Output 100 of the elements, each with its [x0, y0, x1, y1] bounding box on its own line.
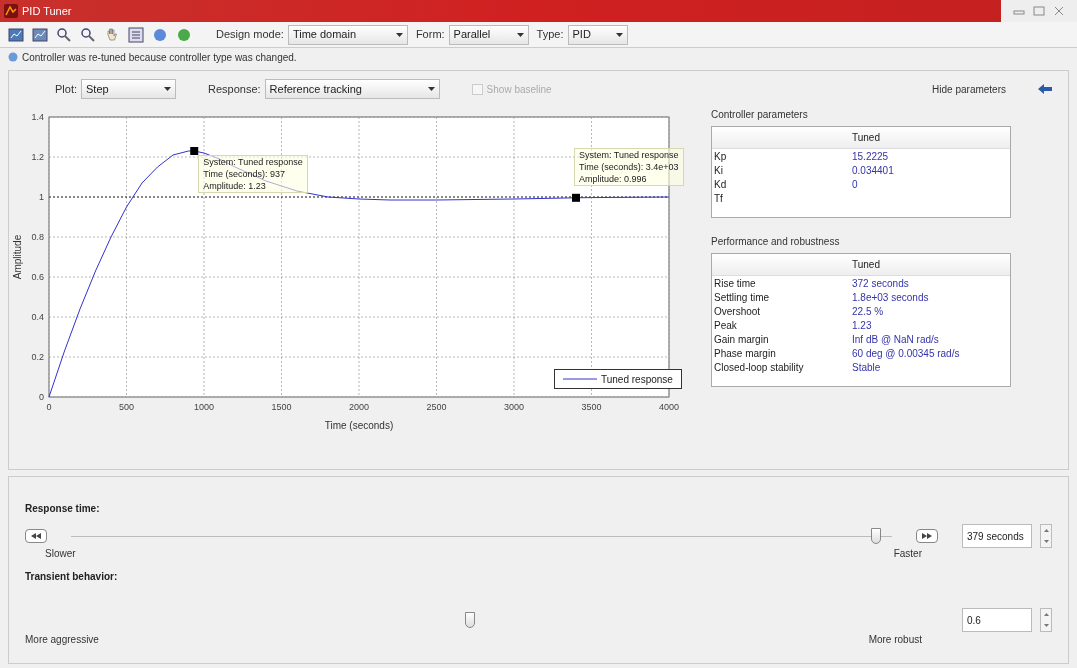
x-tick-label: 500 — [119, 402, 134, 412]
y-tick-label: 0 — [39, 392, 44, 402]
spinner-buttons[interactable] — [1040, 608, 1052, 632]
hide-parameters-link[interactable]: Hide parameters — [932, 81, 1006, 97]
data-point-marker[interactable] — [572, 193, 580, 202]
x-tick-label: 4000 — [659, 402, 679, 412]
row-label: Settling time — [713, 291, 771, 305]
y-tick-label: 0.6 — [31, 272, 44, 282]
row-value: 372 seconds — [852, 277, 910, 291]
close-icon[interactable] — [1053, 6, 1065, 16]
slider-thumb[interactable] — [870, 528, 881, 544]
column-header: Tuned — [852, 258, 881, 272]
value-field[interactable]: 379 seconds — [962, 524, 1032, 548]
y-tick-label: 1.2 — [31, 152, 44, 162]
row-label: Tf — [713, 192, 724, 206]
dropdown-label: Form: — [415, 27, 445, 43]
dropdown-label: Plot: — [55, 81, 77, 97]
dropdown[interactable]: Step — [81, 79, 176, 99]
x-tick-label: 3000 — [504, 402, 524, 412]
slider-label: More robust — [868, 633, 922, 647]
legend-label: Tuned response — [601, 372, 673, 387]
column-header: Tuned — [852, 131, 881, 145]
dropdown[interactable]: Reference tracking — [264, 79, 440, 99]
x-axis-label: Time (seconds) — [324, 420, 394, 431]
up-arrow-icon — [1043, 613, 1049, 616]
dropdown[interactable]: Time domain — [287, 24, 408, 45]
chart-icon[interactable] — [8, 26, 24, 43]
row-label: Rise time — [713, 277, 757, 291]
row-value: 1.8e+03 seconds — [852, 291, 930, 305]
hand-icon[interactable] — [104, 26, 120, 43]
data-point-marker[interactable] — [190, 147, 199, 155]
faster-button[interactable] — [916, 529, 938, 543]
slider-label: Slower — [45, 547, 76, 561]
section-title: Controller parameters — [711, 108, 809, 122]
info-icon — [8, 52, 18, 62]
x-tick-label: 2500 — [426, 402, 447, 412]
x-tick-label: 3500 — [581, 402, 602, 412]
data-tip: System: Tuned response Time (seconds): 937 Amplitude: 1.23 — [198, 155, 308, 193]
data-tip-icon[interactable] — [128, 26, 144, 43]
row-value: 60 deg @ 0.00345 rad/s — [852, 347, 961, 361]
slider-thumb[interactable] — [464, 612, 475, 628]
row-value: Stable — [852, 361, 882, 375]
row-value: 22.5 % — [852, 305, 885, 319]
row-label: Ki — [713, 164, 724, 178]
section-title: Response time: — [25, 502, 101, 516]
window-title: PID Tuner — [22, 3, 72, 19]
row-value: 1.23 — [852, 319, 873, 333]
caret-icon — [615, 32, 623, 37]
row-label: Closed-loop stability — [713, 361, 805, 375]
data-tip: System: Tuned response Time (seconds): 3.4e+03 Amplitude: 0.996 — [574, 147, 684, 186]
section-title: Transient behavior: — [25, 570, 119, 584]
zoom-in-icon[interactable] — [56, 26, 72, 43]
caret-icon — [516, 32, 524, 37]
dropdown[interactable]: Parallel — [448, 24, 529, 45]
zoom-out-icon[interactable] — [80, 26, 96, 43]
spinner-buttons[interactable] — [1040, 524, 1052, 548]
x-tick-label: 1500 — [271, 402, 292, 412]
value-field[interactable]: 0.6 — [962, 608, 1032, 632]
dropdown-label: Response: — [208, 81, 261, 97]
row-label: Gain margin — [713, 333, 770, 347]
x-tick-label: 2000 — [349, 402, 369, 412]
dropdown[interactable]: PID — [567, 24, 628, 45]
row-label: Phase margin — [713, 347, 777, 361]
x-tick-label: 1000 — [194, 402, 214, 412]
row-value: 15.2225 — [852, 150, 890, 164]
up-arrow-icon — [1043, 529, 1049, 532]
row-label: Kp — [713, 150, 728, 164]
y-tick-label: 0.2 — [31, 352, 44, 362]
info-message: Controller was re-tuned because controller type was changed. — [22, 50, 297, 65]
chart-icon[interactable] — [32, 26, 48, 43]
y-tick-label: 1 — [39, 192, 44, 202]
y-axis-label: Amplitude — [12, 234, 23, 280]
section-title: Performance and robustness — [711, 235, 841, 249]
rewind-icon — [31, 533, 41, 539]
dropdown-label: Design mode: — [216, 27, 284, 43]
caret-icon — [164, 87, 171, 91]
slider-label: More aggressive — [25, 633, 99, 647]
row-label: Overshoot — [713, 305, 762, 319]
slider-label: Faster — [893, 547, 922, 561]
x-tick-label: 0 — [46, 402, 52, 412]
row-label: Kd — [713, 178, 728, 192]
row-value: 0.034401 — [852, 164, 895, 178]
row-value: Inf dB @ NaN rad/s — [852, 333, 940, 347]
app-icon — [4, 4, 18, 18]
y-tick-label: 1.4 — [31, 112, 44, 122]
left-arrow-icon[interactable] — [1038, 84, 1052, 94]
legend-line-icon — [563, 377, 597, 381]
caret-icon — [395, 32, 403, 37]
down-arrow-icon — [1043, 624, 1049, 627]
checkbox-label: Show baseline — [486, 82, 552, 97]
fast-forward-icon — [922, 533, 932, 539]
row-value: 0 — [852, 178, 859, 192]
y-tick-label: 0.4 — [31, 312, 44, 322]
maximize-icon[interactable] — [1033, 6, 1045, 16]
row-label: Peak — [713, 319, 738, 333]
dropdown-label: Type: — [536, 27, 564, 43]
slower-button[interactable] — [25, 529, 47, 543]
y-tick-label: 0.8 — [31, 232, 44, 242]
caret-icon — [427, 87, 435, 91]
down-arrow-icon — [1043, 540, 1049, 543]
